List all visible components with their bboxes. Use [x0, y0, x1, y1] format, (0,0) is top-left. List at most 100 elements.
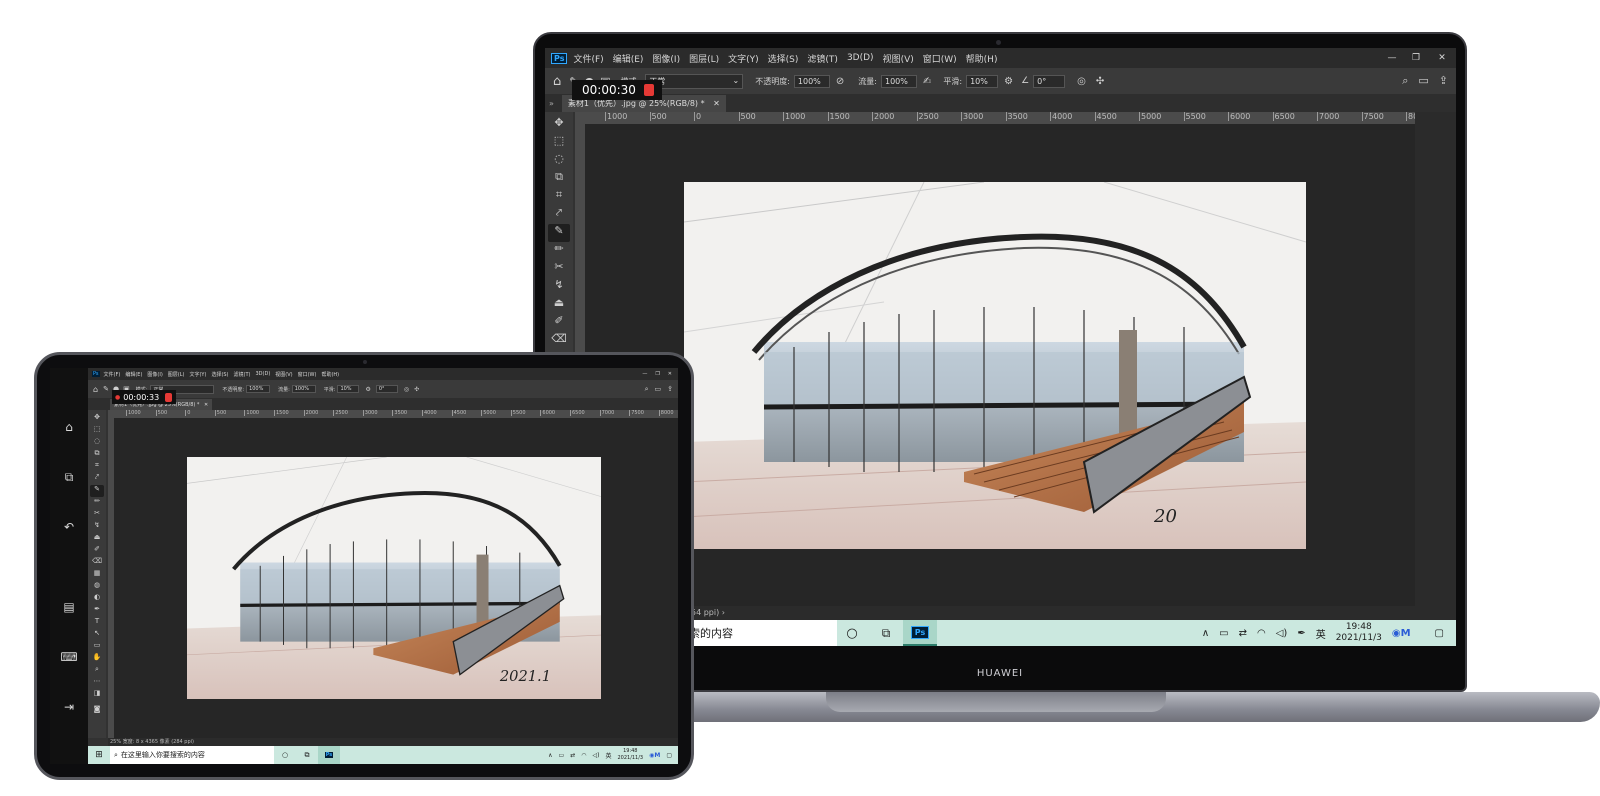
home-icon[interactable]: ⌂	[50, 420, 88, 434]
dodge-tool-icon[interactable]: ◐	[94, 593, 100, 605]
menu-3d[interactable]: 3D(D)	[255, 371, 270, 377]
panel-collapse-icon[interactable]: »	[549, 99, 554, 108]
undo-icon[interactable]: ↶	[50, 520, 88, 534]
pressure-size-icon[interactable]: ◎	[404, 386, 409, 393]
close-icon[interactable]: ✕	[1428, 53, 1456, 63]
search-icon[interactable]: ⌕	[645, 385, 649, 394]
notification-icon[interactable]: ▢	[666, 752, 672, 759]
smooth-settings-icon[interactable]: ⚙	[1004, 76, 1013, 87]
flow-field[interactable]: 100%	[881, 74, 917, 88]
menu-3d[interactable]: 3D(D)	[847, 53, 874, 63]
menu-filter[interactable]: 滤镜(T)	[234, 371, 251, 378]
angle-field[interactable]: 0°	[1033, 74, 1066, 88]
notification-icon[interactable]: ▢	[1435, 628, 1444, 639]
lasso-tool-icon[interactable]: ◌	[94, 437, 100, 449]
sync-icon[interactable]: ⇄	[570, 752, 575, 759]
screen-switch-icon[interactable]: ⧉	[50, 470, 88, 485]
battery-icon[interactable]: ▭	[1219, 628, 1228, 639]
stamp-tool-icon[interactable]: ⏏	[94, 533, 101, 545]
clone-stamp-tool-icon[interactable]: ✂	[554, 260, 563, 278]
ime-indicator[interactable]: 英	[605, 751, 611, 760]
battery-icon[interactable]: ▭	[559, 752, 565, 759]
taskbar-ps-button[interactable]: Ps	[318, 746, 340, 764]
menu-image[interactable]: 图像(I)	[147, 371, 162, 378]
ime-indicator[interactable]: 英	[1316, 626, 1326, 641]
search-icon[interactable]: ⌕	[1402, 74, 1408, 88]
brush-tool-icon[interactable]: ✎	[90, 485, 104, 497]
restore-icon[interactable]: ❐	[655, 371, 659, 377]
crop-tool-icon[interactable]: ⌗	[556, 188, 562, 206]
marquee-tool-icon[interactable]: ⬚	[94, 425, 101, 437]
minimize-icon[interactable]: —	[1380, 53, 1404, 63]
brush-tool-icon[interactable]: ✎	[548, 224, 570, 242]
share-icon[interactable]: ⇪	[667, 385, 673, 394]
menu-file[interactable]: 文件(F)	[573, 52, 603, 65]
spot-healing-tool-icon[interactable]: ✐	[554, 314, 563, 332]
taskbar-ps-button[interactable]: Ps	[903, 620, 937, 646]
menu-window[interactable]: 窗口(W)	[923, 52, 957, 65]
smooth-settings-icon[interactable]: ⚙	[365, 386, 370, 393]
tab-close-icon[interactable]: ✕	[204, 402, 208, 408]
text-tool-icon[interactable]: T	[95, 617, 99, 629]
workspace-icon[interactable]: ▭	[655, 385, 662, 394]
menu-edit[interactable]: 编辑(E)	[613, 52, 644, 65]
object-select-tool-icon[interactable]: ⧉	[95, 449, 100, 461]
ps-logo-icon[interactable]: Ps	[551, 52, 568, 64]
menu-view[interactable]: 视图(V)	[275, 371, 292, 378]
pencil-tool-icon[interactable]: ✏	[94, 497, 100, 509]
zoom-tool-icon[interactable]: ⌕	[95, 665, 99, 677]
color-swatches-icon[interactable]: ◨	[94, 689, 101, 705]
menu-view[interactable]: 视图(V)	[883, 52, 914, 65]
volume-icon[interactable]: ◁)	[1276, 628, 1288, 639]
task-view-icon[interactable]: ⧉	[296, 751, 318, 760]
recorder-widget-laptop[interactable]: 00:00:30	[572, 80, 662, 100]
pencil-tool-icon[interactable]: ✏	[554, 242, 563, 260]
blur-tool-icon[interactable]: ◍	[94, 581, 100, 593]
show-hidden-icons-icon[interactable]: ∧	[1202, 628, 1209, 639]
flow-field[interactable]: 100%	[291, 385, 316, 393]
eyedropper-tool-icon[interactable]: ⤤	[95, 473, 99, 485]
lasso-tool-icon[interactable]: ◌	[554, 152, 564, 170]
symmetry-icon[interactable]: ✣	[414, 386, 419, 393]
spot-healing-tool-icon[interactable]: ✐	[94, 545, 100, 557]
menu-edit[interactable]: 编辑(E)	[125, 371, 142, 378]
pen-tool-icon[interactable]: ✒	[94, 605, 100, 617]
hand-tool-icon[interactable]: ✋	[93, 653, 102, 665]
taskbar-search-box[interactable]: ⌕ 在这里输入你要搜索的内容	[110, 746, 274, 764]
gradient-tool-icon[interactable]: ▦	[94, 569, 101, 581]
menu-image[interactable]: 图像(I)	[652, 52, 680, 65]
record-stop-icon[interactable]	[165, 392, 173, 402]
save-icon[interactable]: ▤	[50, 600, 88, 614]
minimize-icon[interactable]: —	[642, 371, 647, 377]
menu-filter[interactable]: 滤镜(T)	[807, 52, 838, 65]
clock[interactable]: 19:48 2021/11/3	[617, 748, 643, 762]
clone-stamp-tool-icon[interactable]: ✂	[94, 509, 100, 521]
record-stop-icon[interactable]	[643, 84, 654, 96]
clock[interactable]: 19:48 2021/11/3	[1336, 622, 1382, 644]
eraser-tool-icon[interactable]: ⌫	[551, 332, 567, 350]
close-icon[interactable]: ✕	[668, 371, 672, 377]
home-icon[interactable]: ⌂	[93, 385, 98, 394]
wifi-icon[interactable]: ◠	[1257, 628, 1266, 639]
eraser-tool-icon[interactable]: ⌫	[92, 557, 102, 569]
menu-window[interactable]: 窗口(W)	[298, 371, 317, 378]
brush-preset-icon[interactable]: ✎	[103, 385, 109, 393]
airbrush-icon[interactable]: ✍	[923, 76, 931, 87]
keyboard-icon[interactable]: ⌨	[50, 650, 88, 664]
menu-layer[interactable]: 图层(L)	[689, 52, 719, 65]
history-brush-tool-icon[interactable]: ↯	[94, 521, 100, 533]
quick-mask-icon[interactable]: ◙	[94, 705, 101, 717]
share-icon[interactable]: ⇪	[1439, 74, 1448, 88]
move-tool-icon[interactable]: ✥	[94, 413, 100, 425]
menu-type[interactable]: 文字(Y)	[189, 371, 206, 378]
menu-layer[interactable]: 图层(L)	[168, 371, 185, 378]
stamp-tool-icon[interactable]: ⏏	[554, 296, 564, 314]
ps-logo-icon[interactable]: Ps	[92, 371, 100, 377]
history-brush-tool-icon[interactable]: ↯	[554, 278, 563, 296]
object-select-tool-icon[interactable]: ⧉	[555, 170, 563, 188]
marquee-tool-icon[interactable]: ⬚	[554, 134, 564, 152]
multiscreen-icon[interactable]: ◉M	[649, 752, 660, 759]
start-icon[interactable]: ⊞	[88, 750, 110, 760]
restore-icon[interactable]: ❐	[1404, 53, 1428, 63]
cortana-icon[interactable]: ○	[274, 751, 296, 759]
